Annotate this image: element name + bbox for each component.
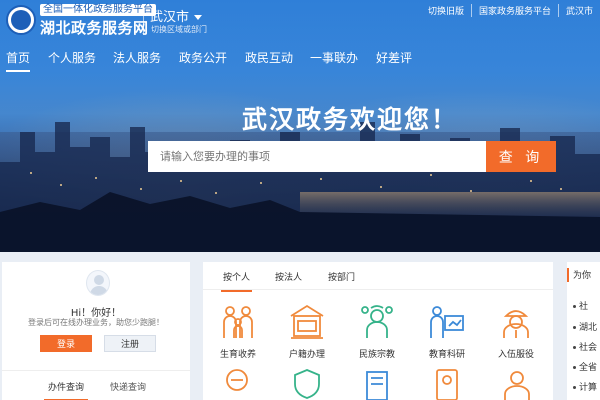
city-switch-hint[interactable]: 切换区域或部门 — [151, 24, 207, 35]
nav-legal[interactable]: 法人服务 — [113, 49, 161, 66]
service-tabs: 按个人 按法人 按部门 — [203, 262, 553, 292]
service-item-education[interactable]: 教育科研 — [414, 302, 480, 360]
right-list-item[interactable]: 计算 — [573, 380, 597, 393]
chevron-down-icon — [194, 15, 203, 20]
family-icon — [223, 306, 253, 338]
ethnic-icon — [361, 305, 393, 338]
nav-personal[interactable]: 个人服务 — [48, 49, 96, 66]
service-panel: 按个人 按法人 按部门 生育收养 户籍办理 民族宗教 教育科研 入伍服役 — [203, 262, 553, 400]
service-label: 户籍办理 — [288, 350, 325, 360]
national-emblem-logo[interactable] — [6, 5, 36, 35]
service-item-military[interactable]: 入伍服役 — [483, 302, 549, 360]
nav-one-thing[interactable]: 一事联办 — [310, 49, 358, 66]
service-item-family[interactable]: 生育收养 — [205, 302, 271, 360]
tab-by-person[interactable]: 按个人 — [220, 270, 253, 292]
service-row2-icon-2[interactable] — [287, 366, 327, 400]
education-icon — [430, 306, 464, 338]
main-nav: 首页 个人服务 法人服务 政务公开 政民互动 一事联办 好差评 — [0, 44, 600, 72]
emblem-icon — [11, 10, 31, 30]
service-row2-icon-5[interactable] — [497, 366, 537, 400]
service-label: 入伍服役 — [497, 350, 534, 360]
user-tabs: 办件查询 快递查询 — [2, 370, 190, 400]
register-button[interactable]: 注册 — [104, 335, 156, 352]
service-label: 民族宗教 — [358, 350, 395, 360]
military-icon — [503, 310, 529, 338]
avatar — [86, 270, 110, 296]
search-input[interactable] — [148, 141, 486, 172]
header-divider — [143, 6, 144, 34]
search-button[interactable]: 查 询 — [486, 141, 556, 172]
right-list-item[interactable]: 全省 — [573, 360, 597, 373]
link-wuhan[interactable]: 武汉市 — [557, 4, 600, 17]
service-item-household[interactable]: 户籍办理 — [274, 302, 340, 360]
tab-by-department[interactable]: 按部门 — [328, 270, 355, 283]
nav-public-affairs[interactable]: 政务公开 — [179, 49, 227, 66]
service-label: 生育收养 — [219, 350, 256, 360]
city-name: 武汉市 — [150, 10, 190, 25]
nav-evaluation[interactable]: 好差评 — [376, 49, 412, 66]
tab-express-query[interactable]: 快递查询 — [110, 380, 146, 393]
tab-by-legal[interactable]: 按法人 — [275, 270, 302, 283]
right-panel-title: 为你 — [567, 268, 600, 282]
top-links: 切换旧版 国家政务服务平台 武汉市 — [421, 4, 600, 17]
service-label: 教育科研 — [428, 350, 465, 360]
link-national-platform[interactable]: 国家政务服务平台 — [470, 4, 558, 17]
service-row2-icon-3[interactable] — [357, 366, 397, 400]
nav-interaction[interactable]: 政民互动 — [245, 49, 293, 66]
right-list-item[interactable]: 社 — [573, 299, 588, 312]
top-bar: 全国一体化政务服务平台 湖北政务服务网 武汉市 切换区域或部门 切换旧版 国家政… — [0, 0, 600, 40]
tab-case-query[interactable]: 办件查询 — [43, 380, 89, 400]
welcome-title: 武汉政务欢迎您！ — [241, 105, 458, 134]
household-register-icon — [290, 304, 324, 339]
service-row2-icon-4[interactable] — [427, 366, 467, 400]
link-old-version[interactable]: 切换旧版 — [421, 4, 471, 17]
platform-slogan: 全国一体化政务服务平台 — [40, 4, 156, 16]
login-tip: 登录后可在线办理业务，助您少跑腿！ — [28, 318, 164, 327]
nav-home[interactable]: 首页 — [6, 49, 31, 72]
right-list-item[interactable]: 湖北 — [573, 320, 597, 333]
service-row2-icon-1[interactable] — [217, 366, 257, 400]
avatar-body — [90, 286, 108, 295]
user-panel: Hi！你好！ 登录后可在线办理业务，助您少跑腿！ 登录 注册 办件查询 快递查询 — [2, 262, 190, 400]
right-panel: 为你 社 湖北 社会 全省 计算 — [567, 262, 600, 400]
city-selector[interactable]: 武汉市 — [150, 6, 203, 25]
avatar-head — [94, 275, 104, 285]
login-button[interactable]: 登录 — [40, 335, 92, 352]
service-item-ethnic[interactable]: 民族宗教 — [344, 302, 410, 360]
platform-name[interactable]: 湖北政务服务网 — [40, 17, 149, 38]
right-list-item[interactable]: 社会 — [573, 340, 597, 353]
